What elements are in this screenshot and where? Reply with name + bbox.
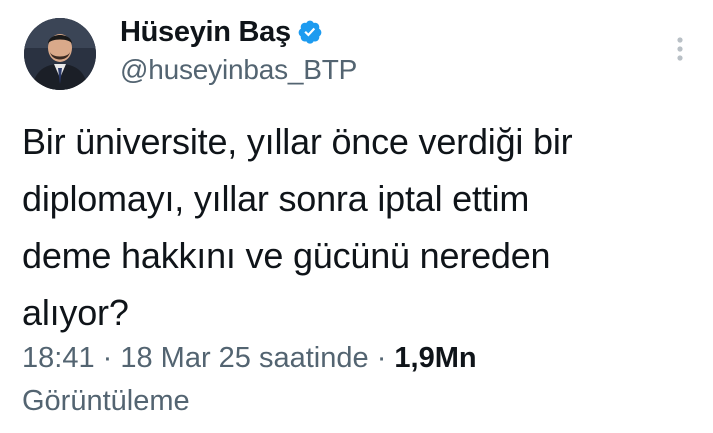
author-name[interactable]: Hüseyin Baş: [120, 16, 291, 49]
meta-separator: ·: [94, 342, 121, 374]
tweet-card: Hüseyin Baş @huseyinbas_BTP Bir üniversi…: [0, 0, 713, 433]
meta-separator: ·: [368, 342, 395, 374]
tweet-meta: 18:41 · 18 Mar 25 saatinde · 1,9Mn: [22, 338, 702, 378]
author-name-row: Hüseyin Baş: [120, 14, 323, 50]
tweet-date[interactable]: 18 Mar 25 saatinde: [120, 342, 368, 374]
avatar[interactable]: [24, 18, 96, 90]
tweet-text-line: alıyor?: [22, 292, 129, 333]
views-count[interactable]: 1,9Mn: [394, 342, 476, 374]
tweet-text-line: deme hakkını ve gücünü nereden: [22, 235, 551, 276]
verified-badge-icon: [297, 19, 323, 45]
avatar-image: [24, 18, 96, 90]
tweet-text-line: Bir üniversite, yıllar önce verdiği bir: [22, 121, 573, 162]
tweet-text-line: diplomayı, yıllar sonra iptal ettim: [22, 178, 530, 219]
tweet-text: Bir üniversite, yıllar önce verdiği bir …: [22, 113, 692, 341]
views-label: Görüntüleme: [22, 385, 190, 417]
more-options-icon[interactable]: [673, 34, 687, 64]
author-handle[interactable]: @huseyinbas_BTP: [120, 54, 357, 86]
tweet-time[interactable]: 18:41: [22, 342, 95, 374]
